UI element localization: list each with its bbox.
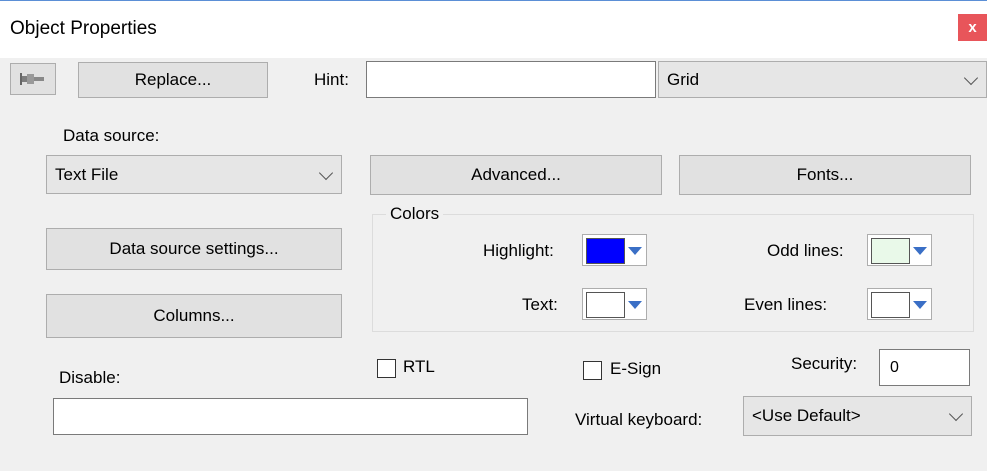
hint-input[interactable] — [366, 61, 656, 98]
dropdown-arrow-icon — [913, 301, 927, 309]
odd-lines-color-swatch — [871, 238, 910, 264]
highlight-color-swatch — [586, 238, 625, 264]
data-source-value: Text File — [55, 164, 119, 184]
data-source-settings-button[interactable]: Data source settings... — [46, 228, 342, 270]
text-color-picker[interactable] — [582, 288, 647, 320]
advanced-button[interactable]: Advanced... — [370, 155, 662, 195]
data-source-settings-label: Data source settings... — [109, 239, 279, 258]
even-lines-color-picker[interactable] — [867, 288, 932, 320]
close-icon: x — [968, 19, 977, 36]
even-lines-label: Even lines: — [744, 295, 828, 314]
dropdown-arrow-icon — [913, 247, 927, 255]
columns-button[interactable]: Columns... — [46, 294, 342, 338]
replace-button-label: Replace... — [134, 70, 212, 89]
chevron-down-icon — [948, 406, 964, 422]
rtl-label: RTL — [403, 357, 435, 376]
chevron-down-icon — [318, 165, 334, 180]
dropdown-arrow-icon — [628, 301, 642, 309]
close-button[interactable]: x — [958, 14, 987, 41]
virtual-keyboard-select[interactable]: <Use Default> — [743, 396, 972, 436]
replace-button[interactable]: Replace... — [78, 62, 268, 98]
object-type-value: Grid — [667, 69, 700, 89]
dropdown-arrow-icon — [628, 247, 642, 255]
object-type-select[interactable]: Grid — [658, 61, 987, 98]
highlight-color-picker[interactable] — [582, 234, 647, 266]
fonts-button-label: Fonts... — [796, 165, 854, 184]
even-lines-color-swatch — [871, 292, 910, 318]
hint-label: Hint: — [314, 70, 349, 89]
disable-input[interactable] — [53, 398, 528, 435]
disable-label: Disable: — [59, 368, 121, 387]
chevron-down-icon — [963, 70, 979, 85]
data-source-select[interactable]: Text File — [46, 155, 342, 194]
virtual-keyboard-value: <Use Default> — [752, 406, 861, 425]
colors-caption: Colors — [386, 204, 444, 224]
advanced-button-label: Advanced... — [471, 165, 561, 184]
esign-label: E-Sign — [610, 359, 662, 378]
text-color-swatch — [586, 292, 625, 318]
virtual-keyboard-label: Virtual keyboard: — [575, 410, 703, 429]
security-value: 0 — [890, 358, 899, 376]
text-color-label: Text: — [522, 295, 558, 314]
fonts-button[interactable]: Fonts... — [679, 155, 971, 195]
data-source-label: Data source: — [63, 126, 160, 145]
pin-button[interactable] — [10, 63, 56, 95]
highlight-label: Highlight: — [483, 241, 554, 260]
security-label: Security: — [791, 354, 858, 373]
esign-checkbox[interactable] — [583, 361, 602, 380]
columns-button-label: Columns... — [153, 306, 235, 325]
odd-lines-color-picker[interactable] — [867, 234, 932, 266]
rtl-checkbox[interactable] — [377, 359, 396, 378]
odd-lines-label: Odd lines: — [767, 241, 844, 260]
security-input[interactable]: 0 — [879, 349, 970, 386]
pin-icon — [20, 73, 44, 85]
window-title: Object Properties — [10, 18, 157, 39]
